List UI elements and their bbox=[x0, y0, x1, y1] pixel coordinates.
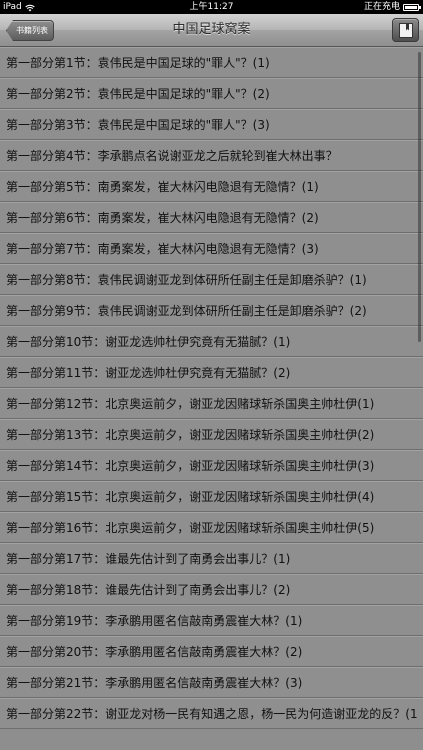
chapter-list-item[interactable]: 第一部分第11节：谢亚龙选帅杜伊究竟有无猫腻？(2) bbox=[0, 357, 423, 388]
chapter-list-item[interactable]: 第一部分第19节：李承鹏用匿名信敲南勇震崔大林？(1) bbox=[0, 605, 423, 636]
navigation-bar: 书籍列表 中国足球窝案 bbox=[0, 14, 423, 47]
chapter-list-item[interactable]: 第一部分第15节：北京奥运前夕，谢亚龙因赌球斩杀国奥主帅杜伊(4) bbox=[0, 481, 423, 512]
battery-icon bbox=[403, 3, 421, 11]
status-time: 上午11:27 bbox=[189, 2, 234, 12]
battery-label: 正在充电 bbox=[363, 2, 400, 12]
chapter-list-item[interactable]: 第一部分第1节：袁伟民是中国足球的"罪人"？(1) bbox=[0, 47, 423, 78]
chapter-list-item[interactable]: 第一部分第13节：北京奥运前夕，谢亚龙因赌球斩杀国奥主帅杜伊(2) bbox=[0, 419, 423, 450]
chapter-list-item[interactable]: 第一部分第16节：北京奥运前夕，谢亚龙因赌球斩杀国奥主帅杜伊(5) bbox=[0, 512, 423, 543]
chapter-list-item[interactable]: 第一部分第9节：袁伟民调谢亚龙到体研所任副主任是卸磨杀驴？(2) bbox=[0, 295, 423, 326]
chapter-list-item[interactable]: 第一部分第17节：谁最先估计到了南勇会出事儿？(1) bbox=[0, 543, 423, 574]
bookmark-icon bbox=[399, 23, 413, 38]
chapter-list-item[interactable]: 第一部分第2节：袁伟民是中国足球的"罪人"？(2) bbox=[0, 78, 423, 109]
status-right: 正在充电 bbox=[363, 0, 421, 14]
page-title: 中国足球窝案 bbox=[172, 22, 251, 37]
chapter-list-item[interactable]: 第一部分第7节：南勇案发，崔大林闪电隐退有无隐情？(3) bbox=[0, 233, 423, 264]
chapter-list-item[interactable]: 第一部分第6节：南勇案发，崔大林闪电隐退有无隐情？(2) bbox=[0, 202, 423, 233]
back-button[interactable]: 书籍列表 bbox=[6, 20, 54, 41]
chapter-list-item[interactable]: 第一部分第14节：北京奥运前夕，谢亚龙因赌球斩杀国奥主帅杜伊(3) bbox=[0, 450, 423, 481]
chapter-list: 第一部分第1节：袁伟民是中国足球的"罪人"？(1) 第一部分第2节：袁伟民是中国足… bbox=[0, 47, 423, 750]
chapter-list-item[interactable]: 第一部分第4节：李承鹏点名说谢亚龙之后就轮到崔大林出事？ bbox=[0, 140, 423, 171]
chapter-list-item[interactable]: 第一部分第12节：北京奥运前夕，谢亚龙因赌球斩杀国奥主帅杜伊(1) bbox=[0, 388, 423, 419]
bookmark-button[interactable] bbox=[392, 18, 419, 42]
scroll-indicator[interactable] bbox=[418, 52, 421, 342]
chapter-list-item[interactable]: 第一部分第20节：李承鹏用匿名信敲南勇震崔大林？(2) bbox=[0, 636, 423, 667]
status-bar: iPad 上午11:27 正在充电 bbox=[0, 0, 423, 14]
chapter-list-item[interactable]: 第一部分第3节：袁伟民是中国足球的"罪人"？(3) bbox=[0, 109, 423, 140]
chapter-list-item[interactable]: 第一部分第8节：袁伟民调谢亚龙到体研所任副主任是卸磨杀驴？(1) bbox=[0, 264, 423, 295]
chapter-list-item[interactable]: 第一部分第10节：谢亚龙选帅杜伊究竟有无猫腻？(1) bbox=[0, 326, 423, 357]
chapter-list-item[interactable]: 第一部分第21节：李承鹏用匿名信敲南勇震崔大林？(3) bbox=[0, 667, 423, 698]
chapter-list-item[interactable]: 第一部分第18节：谁最先估计到了南勇会出事儿？(2) bbox=[0, 574, 423, 605]
chapter-list-item[interactable]: 第一部分第5节：南勇案发，崔大林闪电隐退有无隐情？(1) bbox=[0, 171, 423, 202]
chapter-list-item[interactable]: 第一部分第22节：谢亚龙对杨一民有知遇之恩，杨一民为何造谢亚龙的反？(1 bbox=[0, 698, 423, 729]
